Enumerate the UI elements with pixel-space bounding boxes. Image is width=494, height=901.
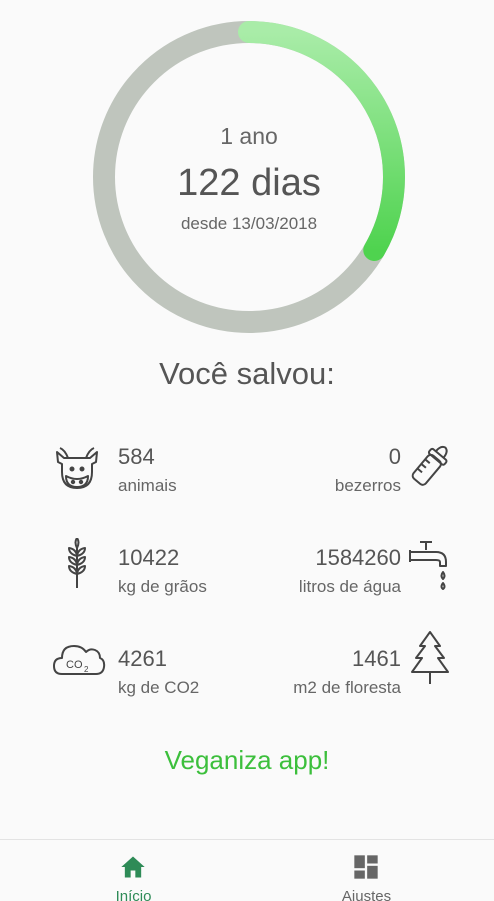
co2-cloud-icon: CO 2 — [53, 645, 106, 675]
co2-label: kg de CO2 — [118, 678, 200, 697]
svg-text:CO: CO — [66, 659, 83, 671]
svg-text:2: 2 — [84, 665, 89, 674]
nav-settings[interactable]: Ajustes — [243, 840, 490, 901]
animals-value: 584 — [118, 444, 155, 469]
years-count: 1 ano — [220, 123, 278, 149]
days-count: 122 dias — [177, 162, 321, 204]
dashboard-icon — [354, 855, 378, 879]
stat-calves: 0 bezerros — [262, 440, 454, 500]
start-date: desde 13/03/2018 — [180, 214, 318, 233]
co2-value: 4261 — [118, 646, 167, 671]
wheat-icon — [68, 538, 86, 588]
grains-value: 10422 — [118, 545, 180, 570]
nav-settings-label: Ajustes — [341, 888, 392, 901]
stat-grains: 10422 kg de grãos — [52, 538, 252, 600]
forest-label: m2 de floresta — [293, 678, 401, 697]
pine-tree-icon — [411, 631, 449, 684]
calves-label: bezerros — [334, 476, 401, 495]
faucet-icon — [409, 541, 447, 590]
progress-ring: 1 ano 122 dias desde 13/03/2018 — [89, 17, 409, 337]
nav-home[interactable]: Início — [10, 840, 257, 901]
forest-value: 1461 — [352, 646, 401, 671]
stat-forest: 1461 m2 de floresta — [262, 631, 454, 700]
grains-label: kg de grãos — [118, 577, 207, 596]
stat-co2: CO 2 4261 kg de CO2 — [52, 640, 242, 700]
baby-bottle-icon — [411, 445, 448, 486]
nav-home-label: Início — [115, 888, 152, 901]
water-value: 1584260 — [315, 545, 401, 570]
home-icon — [121, 856, 145, 878]
calves-value: 0 — [388, 444, 401, 469]
bottom-navigation: Início Ajustes — [0, 839, 494, 901]
stat-animals: 584 animais — [52, 440, 232, 500]
cow-icon — [56, 447, 98, 489]
veganiza-app-link[interactable]: Veganiza app! — [0, 745, 494, 776]
water-label: litros de água — [298, 577, 401, 596]
animals-label: animais — [118, 476, 177, 495]
saved-title: Você salvou: — [159, 356, 335, 391]
stat-water: 1584260 litros de água — [262, 540, 454, 600]
